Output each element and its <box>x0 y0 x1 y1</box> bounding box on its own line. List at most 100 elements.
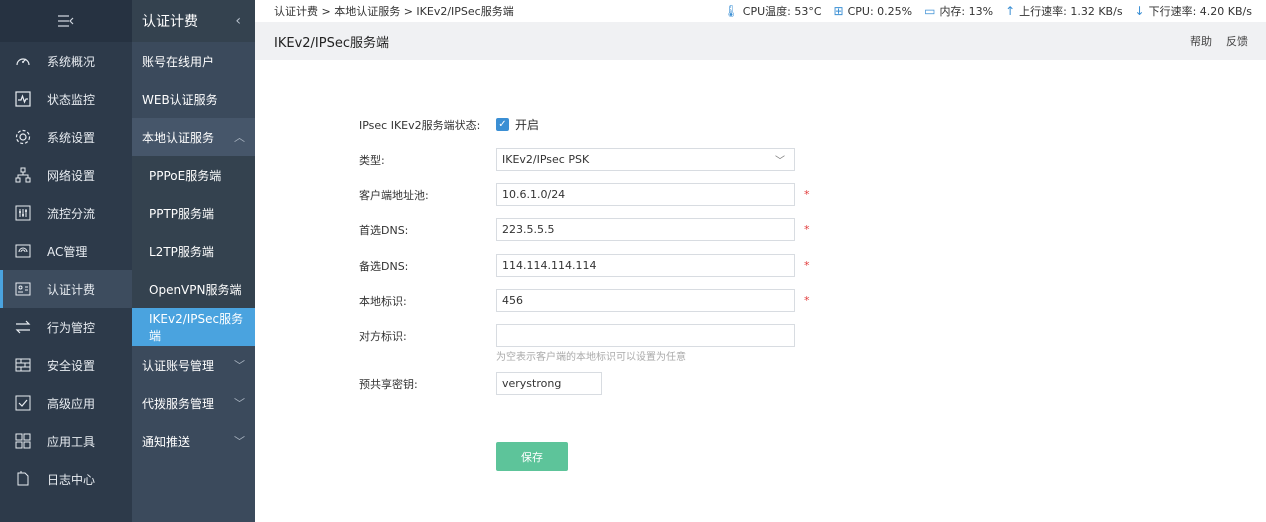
status-row: IPsec IKEv2服务端状态: ✓ 开启 <box>359 116 539 133</box>
sidebar-item-security[interactable]: 安全设置 <box>0 346 132 384</box>
sub-item-label: 通知推送 <box>142 434 191 449</box>
menu-collapse-icon[interactable] <box>0 0 132 42</box>
system-stats: 🌡︎ CPU温度: 53°C ⊞ CPU: 0.25% ▭ 内存: 13% ↑ 上行速率… <box>724 3 1252 19</box>
required-mark: * <box>804 188 810 201</box>
pool-label: 客户端地址池: <box>359 188 429 202</box>
pool-row: 客户端地址池: 10.6.1.0/24 * <box>359 183 810 206</box>
cpu-text: CPU: 0.25% <box>847 4 913 18</box>
sidebar-item-label: 流控分流 <box>47 206 96 221</box>
sub-item-ikev2[interactable]: IKEv2/IPSec服务端 <box>132 308 255 346</box>
dns1-row: 首选DNS: 223.5.5.5 * <box>359 218 810 241</box>
remote-id-row: 对方标识: <box>359 324 795 347</box>
required-mark: * <box>804 223 810 236</box>
required-mark: * <box>804 294 810 307</box>
sub-item-label: OpenVPN服务端 <box>149 282 242 297</box>
sidebar-item-label: 日志中心 <box>47 472 96 487</box>
remote-id-hint: 为空表示客户端的本地标识可以设置为任意 <box>496 352 686 363</box>
check-box-icon <box>13 393 33 413</box>
sub-item-web-auth[interactable]: WEB认证服务 <box>132 80 255 118</box>
apps-icon <box>13 431 33 451</box>
upload-stat: ↑ 上行速率: 1.32 KB/s <box>1005 3 1122 19</box>
feedback-link[interactable]: 反馈 <box>1226 33 1248 49</box>
sidebar-item-tools[interactable]: 应用工具 <box>0 422 132 460</box>
sidebar-item-traffic[interactable]: 流控分流 <box>0 194 132 232</box>
memory-stat: ▭ 内存: 13% <box>924 3 993 19</box>
sidebar-item-overview[interactable]: 系统概况 <box>0 42 132 80</box>
local-id-label: 本地标识: <box>359 294 407 308</box>
ikev2-form: IPsec IKEv2服务端状态: ✓ 开启 类型: IKEv2/IPsec P… <box>255 60 1266 522</box>
sub-item-label: 账号在线用户 <box>142 54 215 69</box>
dns2-input[interactable]: 114.114.114.114 <box>496 254 795 277</box>
type-value: IKEv2/IPsec PSK <box>502 153 590 166</box>
sub-item-notification[interactable]: 通知推送 ﹀ <box>132 422 255 460</box>
sub-item-dial-service[interactable]: 代拨服务管理 ﹀ <box>132 384 255 422</box>
sidebar-item-label: 高级应用 <box>47 396 96 411</box>
save-button[interactable]: 保存 <box>496 442 568 471</box>
sidebar-item-ac[interactable]: AC管理 <box>0 232 132 270</box>
sidebar-item-auth-billing[interactable]: 认证计费 <box>0 270 132 308</box>
gauge-icon <box>13 51 33 71</box>
psk-row: 预共享密钥: verystrong <box>359 372 602 395</box>
cpu-stat: ⊞ CPU: 0.25% <box>834 4 913 18</box>
sub-item-account-mgmt[interactable]: 认证账号管理 ﹀ <box>132 346 255 384</box>
sidebar-item-label: 系统设置 <box>47 130 96 145</box>
arrow-down-icon: ↓ <box>1134 4 1145 18</box>
network-icon <box>13 165 33 185</box>
chip-icon: ⊞ <box>833 4 844 18</box>
sidebar-item-behavior[interactable]: 行为管控 <box>0 308 132 346</box>
required-mark: * <box>804 259 810 272</box>
sub-item-label: 认证账号管理 <box>142 358 215 373</box>
dns2-label: 备选DNS: <box>359 259 409 273</box>
psk-label: 预共享密钥: <box>359 377 418 391</box>
id-card-icon <box>13 279 33 299</box>
sidebar-item-network[interactable]: 网络设置 <box>0 156 132 194</box>
help-link[interactable]: 帮助 <box>1190 33 1212 49</box>
sidebar-item-label: AC管理 <box>47 244 88 259</box>
remote-id-input[interactable] <box>496 324 795 347</box>
download-text: 下行速率: 4.20 KB/s <box>1148 5 1252 18</box>
remote-id-label: 对方标识: <box>359 329 407 343</box>
type-row: 类型: IKEv2/IPsec PSK ﹀ <box>359 148 795 171</box>
sub-item-label: IKEv2/IPSec服务端 <box>149 312 244 343</box>
sidebar-item-system-settings[interactable]: 系统设置 <box>0 118 132 156</box>
main-sidebar: 系统概况 状态监控 系统设置 网络设置 流控分流 AC管理 认证计费 行为管控 … <box>0 0 132 522</box>
sub-item-label: PPTP服务端 <box>149 206 215 221</box>
sidebar-item-label: 应用工具 <box>47 434 96 449</box>
arrow-up-icon: ↑ <box>1005 4 1016 18</box>
pool-input[interactable]: 10.6.1.0/24 <box>496 183 795 206</box>
enable-checkbox[interactable]: ✓ <box>496 118 509 131</box>
psk-input[interactable]: verystrong <box>496 372 602 395</box>
dns1-input[interactable]: 223.5.5.5 <box>496 218 795 241</box>
sidebar-item-label: 认证计费 <box>47 282 96 297</box>
chevron-down-icon: ﹀ <box>234 397 245 410</box>
sub-item-pppoe[interactable]: PPPoE服务端 <box>132 156 255 194</box>
sidebar-item-label: 系统概况 <box>47 54 96 69</box>
sidebar-item-label: 状态监控 <box>47 92 96 107</box>
sub-item-pptp[interactable]: PPTP服务端 <box>132 194 255 232</box>
header-links: 帮助 反馈 <box>1190 33 1248 49</box>
document-icon <box>13 469 33 489</box>
sub-item-label: L2TP服务端 <box>149 244 214 259</box>
dns1-label: 首选DNS: <box>359 223 409 237</box>
sub-item-l2tp[interactable]: L2TP服务端 <box>132 232 255 270</box>
memory-text: 内存: 13% <box>939 5 994 18</box>
local-id-input[interactable]: 456 <box>496 289 795 312</box>
chevron-left-icon[interactable]: ‹ <box>235 13 241 29</box>
type-select[interactable]: IKEv2/IPsec PSK ﹀ <box>496 148 795 171</box>
sidebar-item-label: 网络设置 <box>47 168 96 183</box>
router-icon <box>13 241 33 261</box>
sub-item-local-auth[interactable]: 本地认证服务 ︿ <box>132 118 255 156</box>
arrows-icon <box>13 317 33 337</box>
sidebar-item-monitor[interactable]: 状态监控 <box>0 80 132 118</box>
status-value: 开启 <box>515 118 540 132</box>
chevron-up-icon: ︿ <box>234 131 245 144</box>
sub-item-label: WEB认证服务 <box>142 92 218 107</box>
sub-item-online-users[interactable]: 账号在线用户 <box>132 42 255 80</box>
sidebar-item-advanced[interactable]: 高级应用 <box>0 384 132 422</box>
sub-sidebar-header[interactable]: 认证计费 ‹ <box>132 0 255 42</box>
sub-item-label: 本地认证服务 <box>142 130 215 145</box>
page-title: IKEv2/IPSec服务端 <box>274 35 389 51</box>
sub-item-openvpn[interactable]: OpenVPN服务端 <box>132 270 255 308</box>
sidebar-item-logs[interactable]: 日志中心 <box>0 460 132 498</box>
sub-sidebar: 认证计费 ‹ 账号在线用户 WEB认证服务 本地认证服务 ︿ PPPoE服务端 … <box>132 0 255 522</box>
